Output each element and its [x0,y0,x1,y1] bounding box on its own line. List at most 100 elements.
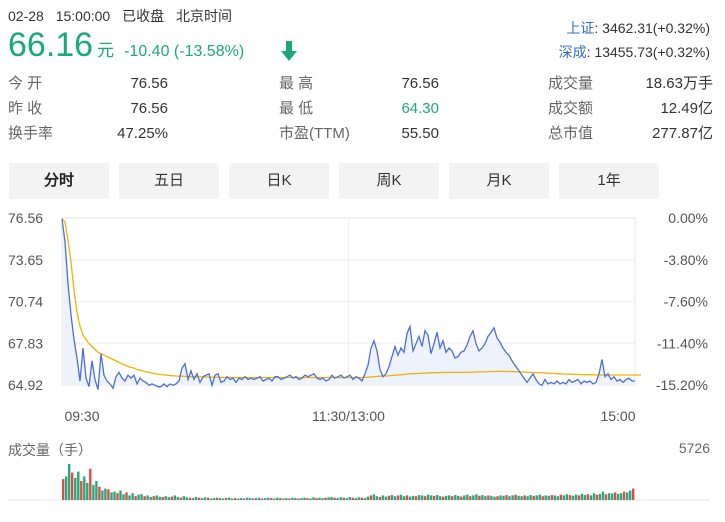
volume-bar [460,496,463,500]
volume-bar [366,496,369,500]
volume-bar [550,495,553,500]
volume-bar [432,495,436,500]
stat-turnover-label: 换手率 [8,125,54,142]
volume-bar [185,497,188,500]
volume-bar [330,497,333,500]
volume-bar [137,494,140,500]
volume-bar [101,490,104,500]
volume-bar [532,495,535,500]
volume-bar [448,495,451,500]
volume-bar [399,494,403,500]
volume-bar [439,496,442,500]
volume-bar [276,497,279,500]
volume-bar [375,496,378,500]
volume-bar [511,495,514,500]
volume-bar [348,497,351,500]
volume-bar [324,497,327,500]
volume-bar [445,495,448,500]
volume-bar [420,495,424,500]
index-sh-name[interactable]: 上证 [566,20,594,36]
volume-bar [342,497,345,500]
index-sh-value: : 3462.31(+0.32%) [594,20,710,36]
volume-bar [300,498,303,500]
stat-pe-value: 55.50 [401,125,439,142]
volume-bar [321,498,324,500]
stat-low-label: 最 低 [279,100,314,117]
volume-bar [119,490,122,500]
y-tick-label: 76.56 [8,210,43,226]
index-sz[interactable]: 深成: 13455.73(+0.32%) [559,40,710,64]
volume-bar [161,497,164,500]
volume-bar [318,497,321,500]
stat-high-label: 最 高 [279,75,314,92]
price-unit: 元 [97,41,115,60]
volume-bar [230,498,234,500]
volume-bar [559,494,562,500]
y-pct-tick-label: -15.20% [656,377,708,393]
stat-turnover: 换手率 47.25% [8,122,168,146]
tab-monthly-k[interactable]: 月K [449,163,549,199]
volume-bar [408,496,412,500]
volume-bar [523,495,526,500]
y-pct-tick-label: 0.00% [668,210,708,226]
volume-bar [315,498,318,500]
volume-bar [487,495,490,500]
volume-bar [80,481,83,500]
volume-bar [469,496,472,500]
volume-bar [626,492,629,500]
volume-bar [242,498,246,500]
stat-pe-label: 市盈(TTM) [279,125,350,142]
volume-bar [595,494,599,500]
y-pct-tick-label: -3.80% [664,252,708,268]
intraday-chart[interactable]: 76.56 73.65 70.74 67.83 64.92 0.00% -3.80% -7.6… [0,205,725,522]
volume-bar [387,495,391,500]
tab-five-day[interactable]: 五日 [119,163,219,199]
stat-amount-label: 成交额 [548,100,594,117]
volume-bar [619,493,623,500]
volume-bar [369,495,372,500]
volume-bar [372,494,375,500]
volume-bar [83,476,86,500]
stat-volume-label: 成交量 [548,75,594,92]
volume-bar [405,495,409,500]
x-tick-label: 11:30/13:00 [312,408,385,424]
volume-bar [267,497,270,500]
volume-bar [158,496,161,500]
volume-bar [194,497,198,500]
index-sh[interactable]: 上证: 3462.31(+0.32%) [559,16,710,40]
volume-bar [562,495,565,500]
volume-bar [246,497,249,500]
volume-bar [170,496,173,500]
volume-bar [496,496,499,500]
index-sz-name[interactable]: 深成 [559,44,587,60]
volume-bar [451,496,454,500]
volume-bar [176,497,179,500]
volume-bar [218,498,222,500]
volume-bar [411,495,415,500]
volume-bar [255,498,258,500]
volume-bar [538,494,541,500]
stat-volume-value: 18.63万手 [645,75,713,92]
volume-bar [622,491,626,500]
volume-bar [632,488,635,500]
volume-bar [629,490,632,500]
volume-bar [535,495,538,500]
tab-weekly-k[interactable]: 周K [339,163,439,199]
tab-one-year[interactable]: 1年 [559,163,659,199]
volume-bar [384,496,388,500]
volume-bar [89,468,92,500]
volume-bar [607,493,611,500]
volume-bar [200,498,204,500]
volume-bar [333,497,336,500]
volume-bar [556,496,559,500]
trade-status: 02-28 15:00:00 已收盘 北京时间 [8,6,240,26]
volume-bar [98,486,101,500]
volume-bar [378,497,382,500]
volume-bar [336,498,339,500]
volume-bar [155,495,158,500]
tab-intraday[interactable]: 分时 [9,163,109,199]
volume-bar [107,489,110,500]
tab-daily-k[interactable]: 日K [229,163,329,199]
volume-bar [565,494,568,500]
volume-bar [236,498,240,500]
